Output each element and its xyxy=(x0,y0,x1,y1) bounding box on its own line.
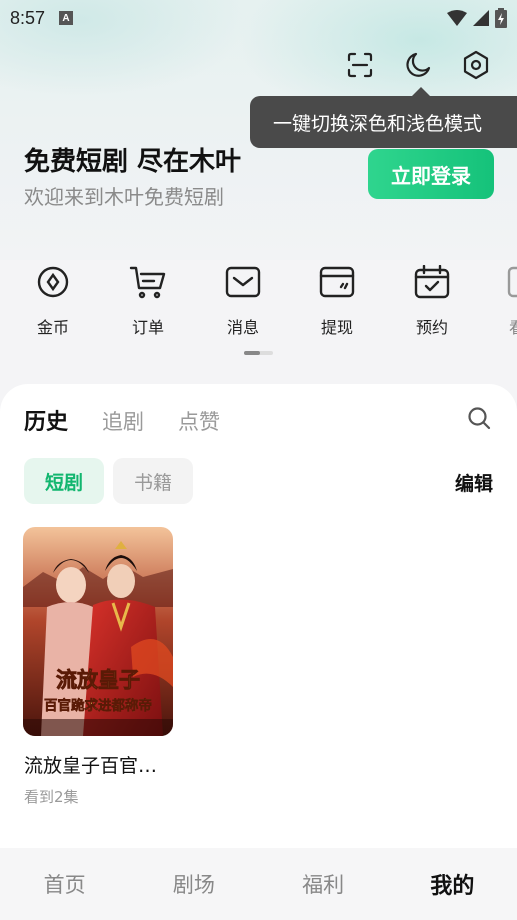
dark-mode-icon[interactable] xyxy=(403,50,433,80)
battery-icon xyxy=(495,8,507,28)
content-filter: 短剧 书籍 xyxy=(24,458,193,504)
nav-home[interactable]: 首页 xyxy=(0,869,129,899)
tab-likes[interactable]: 点赞 xyxy=(178,406,220,436)
status-indicators xyxy=(447,8,507,28)
wallet-icon xyxy=(317,262,357,302)
tab-history[interactable]: 历史 xyxy=(24,404,68,436)
edit-button[interactable]: 编辑 xyxy=(455,469,493,496)
dark-mode-tooltip: 一键切换深色和浅色模式 xyxy=(250,87,517,148)
drama-title[interactable]: 流放皇子百官… xyxy=(24,751,157,778)
history-tabs: 历史 追剧 点赞 xyxy=(24,404,220,436)
login-button[interactable]: 立即登录 xyxy=(368,149,494,199)
nav-theater[interactable]: 剧场 xyxy=(129,869,258,899)
scan-icon[interactable] xyxy=(345,50,375,80)
calendar-icon xyxy=(412,262,452,302)
settings-icon[interactable] xyxy=(461,50,491,80)
chip-books[interactable]: 书籍 xyxy=(113,458,193,504)
wifi-icon xyxy=(447,10,467,26)
nav-benefits[interactable]: 福利 xyxy=(259,869,388,899)
quick-action-reservation[interactable]: 预约 xyxy=(397,262,467,338)
quick-actions-row: 金币 订单 消息 提现 预约 看 xyxy=(0,262,517,342)
signal-icon xyxy=(473,10,489,26)
page-indicator-active xyxy=(244,351,260,355)
quick-action-label: 消息 xyxy=(226,318,259,337)
bottom-navigation: 首页 剧场 福利 我的 xyxy=(0,848,517,920)
history-card: 历史 追剧 点赞 短剧 书籍 编辑 流放皇子 百官跪求进都称帝 流放皇子百官… … xyxy=(0,384,517,854)
coin-icon xyxy=(33,262,73,302)
quick-action-orders[interactable]: 订单 xyxy=(113,262,183,338)
quick-action-withdraw[interactable]: 提现 xyxy=(302,262,372,338)
drama-poster[interactable]: 流放皇子 百官跪求进都称帝 xyxy=(23,527,173,736)
tab-following[interactable]: 追剧 xyxy=(102,406,144,436)
quick-action-messages[interactable]: 消息 xyxy=(208,262,278,338)
quick-action-label: 看剧 xyxy=(508,318,517,337)
quick-action-watch[interactable]: 看剧 xyxy=(490,262,517,338)
notification-icon: A xyxy=(59,11,74,25)
cart-icon xyxy=(128,262,168,302)
quick-action-label: 预约 xyxy=(415,318,448,337)
watch-icon xyxy=(505,262,517,302)
quick-action-label: 提现 xyxy=(320,318,353,337)
top-actions xyxy=(345,50,491,80)
quick-action-label: 金币 xyxy=(36,318,69,337)
status-bar: 8:57 A xyxy=(0,0,517,36)
nav-mine[interactable]: 我的 xyxy=(388,868,517,900)
tooltip-text: 一键切换深色和浅色模式 xyxy=(273,112,483,135)
status-time: 8:57 xyxy=(10,7,46,28)
chip-short-drama[interactable]: 短剧 xyxy=(24,458,104,504)
quick-action-coins[interactable]: 金币 xyxy=(18,262,88,338)
poster-title-line2: 百官跪求进都称帝 xyxy=(44,697,152,714)
page-indicator xyxy=(244,351,273,355)
drama-progress: 看到2集 xyxy=(24,788,79,806)
page-headline: 免费短剧 尽在木叶 xyxy=(24,147,242,177)
page-subline: 欢迎来到木叶免费短剧 xyxy=(24,185,224,209)
search-icon[interactable] xyxy=(467,406,491,430)
quick-action-label: 订单 xyxy=(131,318,164,337)
message-icon xyxy=(223,262,263,302)
poster-title-line1: 流放皇子 xyxy=(56,667,140,692)
